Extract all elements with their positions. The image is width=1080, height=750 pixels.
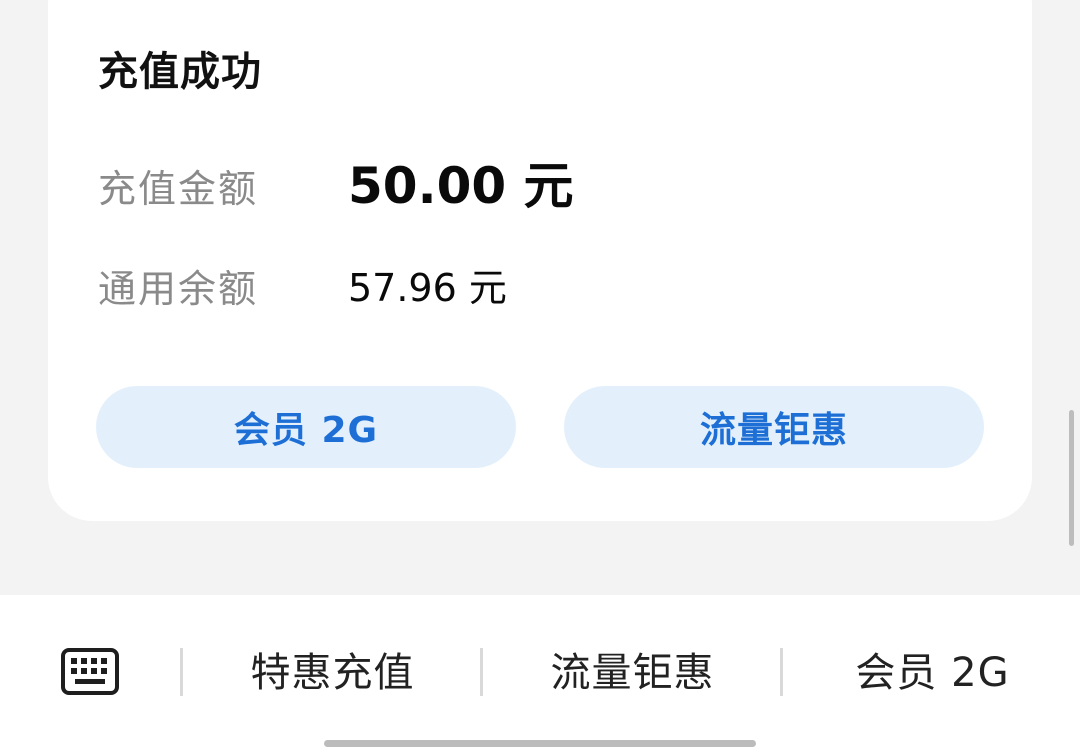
balance-label: 通用余额: [98, 267, 259, 311]
scrollbar[interactable]: [1069, 410, 1074, 546]
menu-divider: [180, 648, 183, 696]
menu-item-special-recharge[interactable]: 特惠充值: [190, 645, 475, 701]
recharge-amount-label: 充值金额: [98, 167, 259, 211]
balance-value: 57.96 元: [348, 266, 507, 310]
menu-item-member-2g[interactable]: 会员 2G: [790, 645, 1075, 701]
menu-divider: [480, 648, 483, 696]
menu-item-data-deals[interactable]: 流量钜惠: [490, 645, 775, 701]
card-title: 充值成功: [98, 49, 262, 95]
keyboard-icon[interactable]: [61, 648, 119, 695]
data-deals-button[interactable]: 流量钜惠: [564, 386, 984, 468]
recharge-amount-value: 50.00 元: [348, 157, 574, 215]
member-2g-button[interactable]: 会员 2G: [96, 386, 516, 468]
menu-divider: [780, 648, 783, 696]
recharge-success-card: 充值成功 充值金额 50.00 元 通用余额 57.96 元 会员 2G 流量钜…: [48, 0, 1032, 521]
bottom-menu-bar: 特惠充值 流量钜惠 会员 2G: [0, 595, 1080, 750]
home-indicator[interactable]: [324, 740, 756, 747]
